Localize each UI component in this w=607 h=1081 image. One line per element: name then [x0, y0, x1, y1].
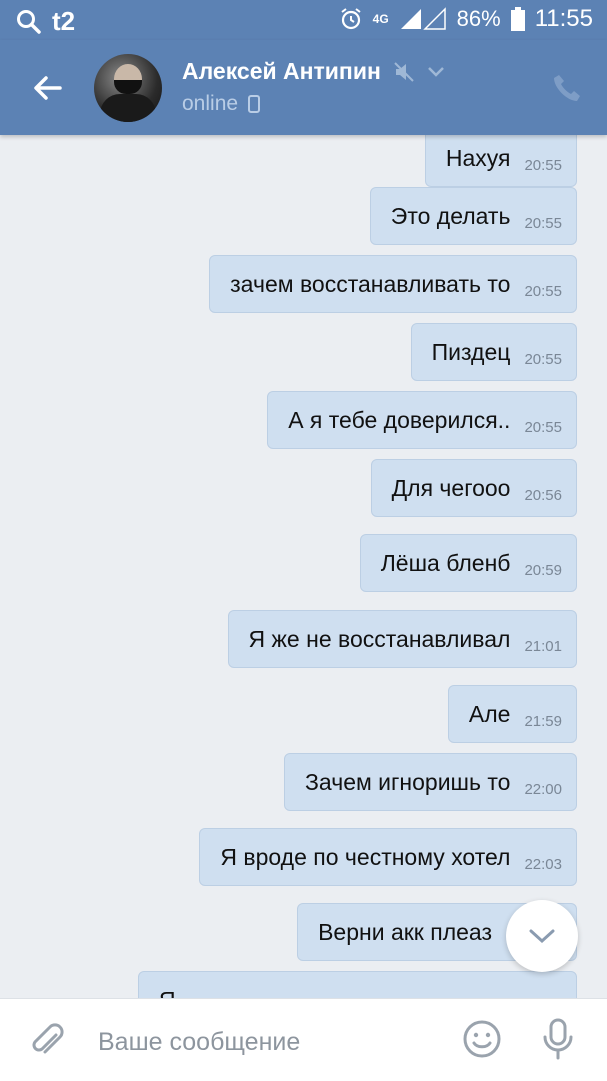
message-bubble[interactable]: Нахуя 20:55 — [424, 135, 577, 187]
battery-icon — [510, 7, 525, 31]
message-time: 22:03 — [524, 855, 562, 873]
message-time: 20:55 — [524, 282, 562, 300]
message-time: 22:00 — [524, 780, 562, 798]
message-text: Верни акк плеаз — [318, 918, 492, 945]
microphone-icon[interactable] — [540, 1017, 576, 1061]
avatar[interactable] — [94, 54, 162, 122]
message-text: Зачем игноришь то — [305, 768, 511, 795]
presence-row: online — [182, 92, 261, 116]
message-bubble[interactable]: Лёша бленб 20:59 — [359, 534, 577, 592]
message-bubble[interactable]: Для чегооо 20:56 — [370, 459, 577, 517]
chat-header: Алексей Антипин online — [0, 40, 607, 135]
message-text: А я тебе доверился.. — [288, 406, 511, 433]
message-bubble[interactable]: Это делать 20:55 — [369, 187, 577, 245]
chevron-down-icon — [529, 929, 555, 944]
network-type: 4G — [372, 12, 389, 26]
battery-percent: 86% — [456, 6, 501, 31]
message-input[interactable] — [96, 1021, 440, 1063]
carrier-label: t2 — [52, 6, 76, 36]
message-list[interactable]: Нахуя 20:55 Это делать 20:55 зачем восстан… — [0, 135, 607, 998]
message-text: Лёша бленб — [380, 549, 511, 576]
message-bubble[interactable]: Зачем игноришь то 22:00 — [284, 753, 577, 811]
message-time: 21:01 — [524, 637, 562, 655]
message-text: Я — [159, 987, 176, 999]
scroll-down-button[interactable] — [506, 900, 578, 972]
mute-icon — [394, 61, 414, 82]
emoji-icon[interactable] — [462, 1019, 502, 1059]
message-bubble[interactable]: Пиздец 20:55 — [410, 323, 577, 381]
message-bubble[interactable]: Я же не восстанавливал 21:01 — [227, 610, 577, 668]
message-time: 20:56 — [524, 486, 562, 504]
contact-name[interactable]: Алексей Антипин — [182, 58, 381, 85]
message-time: 20:55 — [524, 156, 562, 174]
message-time: 20:55 — [524, 418, 562, 436]
composer-bar — [0, 998, 607, 1081]
message-time: 21:59 — [524, 712, 562, 730]
message-bubble[interactable]: Але 21:59 — [447, 685, 577, 743]
message-text: зачем восстанавливать то — [230, 270, 511, 297]
phone-icon[interactable] — [551, 72, 583, 104]
status-bar: t2 4G 86% 11:55 — [0, 0, 607, 40]
message-time: 20:55 — [524, 350, 562, 368]
message-time: 20:59 — [524, 561, 562, 579]
message-bubble[interactable]: А я тебе доверился.. 20:55 — [267, 391, 577, 449]
clock: 11:55 — [534, 5, 593, 32]
message-text: Я вроде по честному хотел — [220, 843, 511, 870]
message-bubble[interactable]: Я — [138, 971, 577, 998]
message-text: Але — [468, 700, 511, 727]
message-bubble[interactable]: зачем восстанавливать то 20:55 — [209, 255, 577, 313]
back-arrow-icon[interactable] — [30, 70, 66, 106]
message-time: 20:55 — [524, 214, 562, 232]
contact-name-row[interactable]: Алексей Антипин — [182, 58, 445, 85]
signal-icon — [400, 7, 446, 30]
message-text: Нахуя — [445, 144, 511, 171]
mobile-device-icon — [248, 95, 261, 113]
message-text: Я же не восстанавливал — [248, 625, 511, 652]
alarm-icon — [341, 8, 361, 30]
paperclip-icon[interactable] — [30, 1021, 66, 1061]
message-text: Это делать — [390, 202, 511, 229]
search-icon — [17, 9, 41, 34]
message-bubble[interactable]: Я вроде по честному хотел 22:03 — [199, 828, 577, 886]
message-text: Пиздец — [431, 338, 511, 365]
chevron-down-icon[interactable] — [427, 66, 445, 78]
message-text: Для чегооо — [391, 474, 511, 501]
presence-status: online — [182, 92, 239, 115]
